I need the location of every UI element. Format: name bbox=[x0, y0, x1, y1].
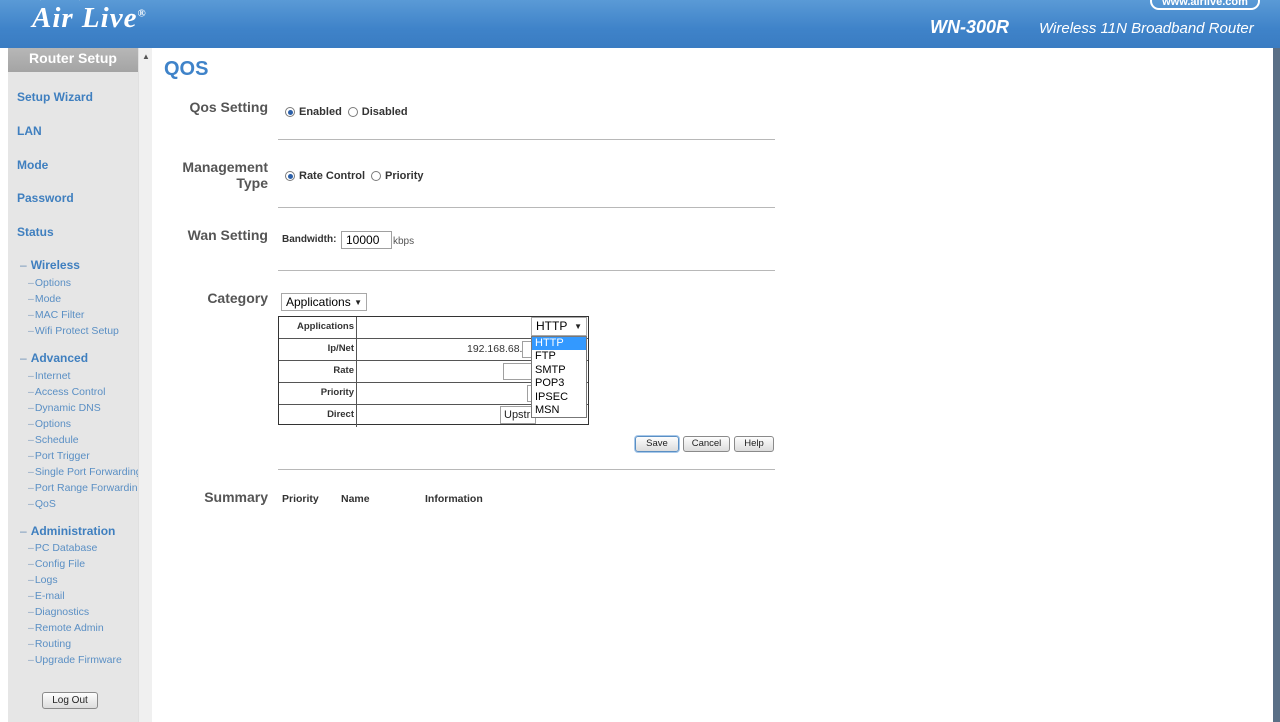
management-type-label-line2: Type bbox=[236, 175, 268, 191]
dropdown-option-http[interactable]: HTTP bbox=[532, 337, 586, 351]
direct-label: Direct bbox=[279, 405, 357, 427]
product-name: Wireless 11N Broadband Router bbox=[1039, 20, 1254, 37]
nav-config-file[interactable]: –Config File bbox=[28, 558, 85, 570]
nav-internet[interactable]: –Internet bbox=[28, 370, 70, 382]
bandwidth-unit: kbps bbox=[393, 236, 415, 247]
rate-label: Rate bbox=[279, 361, 357, 382]
wan-setting-label: Wan Setting bbox=[187, 227, 268, 243]
summary-col-name: Name bbox=[341, 493, 370, 505]
nav-logs[interactable]: –Logs bbox=[28, 574, 58, 586]
priority-label: Priority bbox=[385, 170, 424, 182]
rate-control-label: Rate Control bbox=[299, 170, 365, 182]
divider bbox=[278, 469, 775, 470]
bandwidth-input[interactable]: 10000 bbox=[341, 231, 392, 249]
divider bbox=[278, 207, 775, 208]
ipnet-label: Ip/Net bbox=[279, 339, 357, 360]
nav-section-wireless[interactable]: – Wireless bbox=[20, 258, 80, 272]
nav-section-advanced[interactable]: – Advanced bbox=[20, 351, 88, 365]
nav-status[interactable]: Status bbox=[17, 225, 54, 239]
bandwidth-label: Bandwidth: bbox=[282, 234, 337, 245]
header-banner: Air Live® www.airlive.com WN-300R Wirele… bbox=[0, 0, 1280, 48]
nav-section-administration[interactable]: – Administration bbox=[20, 524, 115, 538]
logout-button[interactable]: Log Out bbox=[42, 692, 98, 709]
nav-port-range-forwarding[interactable]: –Port Range Forwarding bbox=[28, 482, 138, 494]
nav-qos[interactable]: –QoS bbox=[28, 498, 56, 510]
rate-input[interactable] bbox=[503, 363, 533, 380]
qos-enabled-label: Enabled bbox=[299, 106, 342, 118]
help-button[interactable]: Help bbox=[734, 436, 774, 452]
scroll-up-arrow-icon[interactable]: ▲ bbox=[142, 52, 150, 61]
management-type-label-line1: Management bbox=[182, 159, 268, 175]
airlive-logo: Air Live® bbox=[32, 2, 147, 34]
qos-setting-label: Qos Setting bbox=[189, 99, 268, 115]
nav-email[interactable]: –E-mail bbox=[28, 590, 65, 602]
applications-select[interactable]: HTTP ▼ bbox=[531, 317, 587, 336]
sidebar-scrollbar[interactable]: ▲ bbox=[138, 48, 152, 722]
nav-mode[interactable]: Mode bbox=[17, 158, 48, 172]
divider bbox=[278, 270, 775, 271]
nav-single-port-forwarding[interactable]: –Single Port Forwarding bbox=[28, 466, 138, 478]
nav-setup-wizard[interactable]: Setup Wizard bbox=[17, 90, 93, 104]
nav-advanced-options[interactable]: –Options bbox=[28, 418, 71, 430]
dropdown-option-msn[interactable]: MSN bbox=[532, 404, 586, 417]
nav-upgrade-firmware[interactable]: –Upgrade Firmware bbox=[28, 654, 122, 666]
nav-schedule[interactable]: –Schedule bbox=[28, 434, 79, 446]
window-edge bbox=[1273, 48, 1280, 722]
qos-disabled-radio[interactable] bbox=[347, 107, 358, 117]
nav-dynamic-dns[interactable]: –Dynamic DNS bbox=[28, 402, 101, 414]
management-type-radios: Rate Control Priority bbox=[285, 170, 430, 182]
qos-disabled-label: Disabled bbox=[361, 106, 408, 118]
dropdown-option-pop3[interactable]: POP3 bbox=[532, 377, 586, 390]
save-button[interactable]: Save bbox=[635, 436, 679, 452]
rate-control-radio[interactable] bbox=[285, 171, 295, 181]
summary-col-information: Information bbox=[425, 493, 483, 505]
qos-enabled-radio[interactable] bbox=[285, 107, 295, 117]
chevron-down-icon: ▼ bbox=[354, 298, 362, 307]
nav-pc-database[interactable]: –PC Database bbox=[28, 542, 97, 554]
nav-wireless-mode[interactable]: –Mode bbox=[28, 293, 61, 305]
nav-wifi-protect-setup[interactable]: –Wifi Protect Setup bbox=[28, 325, 119, 337]
applications-dropdown-list: HTTP FTP SMTP POP3 IPSEC MSN bbox=[531, 336, 587, 418]
ipnet-value: 192.168.68. bbox=[467, 343, 523, 355]
chevron-down-icon: ▼ bbox=[574, 322, 582, 331]
nav-diagnostics[interactable]: –Diagnostics bbox=[28, 606, 89, 618]
qos-setting-radios: Enabled Disabled bbox=[285, 106, 414, 118]
nav-password[interactable]: Password bbox=[17, 191, 74, 205]
divider bbox=[278, 139, 775, 140]
nav-remote-admin[interactable]: –Remote Admin bbox=[28, 622, 104, 634]
dropdown-option-ipsec[interactable]: IPSEC bbox=[532, 391, 586, 404]
cancel-button[interactable]: Cancel bbox=[683, 436, 730, 452]
nav-access-control[interactable]: –Access Control bbox=[28, 386, 105, 398]
url-badge: www.airlive.com bbox=[1150, 0, 1260, 10]
model-name: WN-300R bbox=[930, 17, 1010, 37]
nav-wireless-options[interactable]: –Options bbox=[28, 277, 71, 289]
sidebar: Router Setup Setup Wizard LAN Mode Passw… bbox=[8, 48, 138, 722]
priority-radio[interactable] bbox=[371, 171, 381, 181]
page-title: QOS bbox=[164, 58, 209, 80]
dropdown-option-smtp[interactable]: SMTP bbox=[532, 364, 586, 377]
category-label: Category bbox=[207, 290, 268, 306]
nav-routing[interactable]: –Routing bbox=[28, 638, 71, 650]
nav-port-trigger[interactable]: –Port Trigger bbox=[28, 450, 90, 462]
nav-lan[interactable]: LAN bbox=[17, 124, 42, 138]
applications-label: Applications bbox=[279, 317, 357, 338]
dropdown-option-ftp[interactable]: FTP bbox=[532, 350, 586, 363]
nav-mac-filter[interactable]: –MAC Filter bbox=[28, 309, 84, 321]
sidebar-title: Router Setup bbox=[8, 48, 138, 72]
summary-label: Summary bbox=[204, 489, 268, 505]
category-select[interactable]: Applications ▼ bbox=[281, 293, 367, 311]
summary-col-priority: Priority bbox=[282, 493, 319, 505]
priority-row-label: Priority bbox=[279, 383, 357, 404]
